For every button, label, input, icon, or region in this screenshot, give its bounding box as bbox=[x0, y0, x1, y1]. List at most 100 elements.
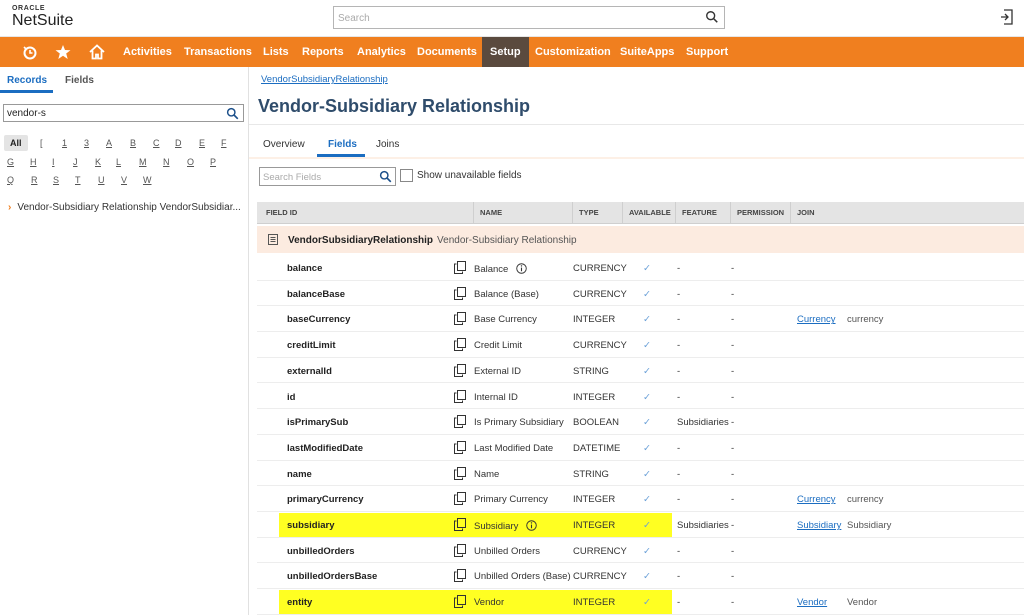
search-fields-input[interactable]: Search Fields bbox=[259, 167, 396, 186]
join-link[interactable]: Currency bbox=[797, 314, 836, 325]
copy-icon[interactable] bbox=[454, 389, 466, 403]
field-name-text: Vendor bbox=[474, 597, 505, 609]
col-join[interactable]: JOIN bbox=[790, 202, 1024, 224]
nav-activities[interactable]: Activities bbox=[115, 37, 180, 67]
tab-records[interactable]: Records bbox=[7, 75, 47, 86]
copy-icon[interactable] bbox=[454, 312, 466, 326]
alpha-filter[interactable]: J bbox=[73, 157, 78, 167]
join-link[interactable]: Currency bbox=[797, 494, 836, 505]
alpha-filter[interactable]: O bbox=[187, 157, 194, 167]
alpha-filter[interactable]: S bbox=[53, 175, 59, 185]
breadcrumb[interactable]: VendorSubsidiaryRelationship bbox=[261, 74, 388, 85]
table-row[interactable]: creditLimit Credit Limit CURRENCY ✓ - - bbox=[257, 332, 1024, 358]
alpha-filter[interactable]: G bbox=[7, 157, 14, 167]
alpha-filter[interactable]: R bbox=[31, 175, 38, 185]
table-row[interactable]: baseCurrency Base Currency INTEGER ✓ - - Curre… bbox=[257, 306, 1024, 333]
copy-icon[interactable] bbox=[454, 261, 466, 274]
tab-overview[interactable]: Overview bbox=[263, 139, 305, 150]
table-row[interactable]: balance Balance CURRENCY ✓ - - bbox=[257, 255, 1024, 281]
alpha-filter[interactable]: A bbox=[106, 138, 112, 148]
alpha-filter[interactable]: K bbox=[95, 157, 101, 167]
table-row[interactable]: externalId External ID STRING ✓ - - bbox=[257, 358, 1024, 384]
copy-icon[interactable] bbox=[454, 338, 466, 352]
alpha-filter[interactable]: 3 bbox=[84, 138, 89, 148]
nav-transactions[interactable]: Transactions bbox=[176, 37, 260, 67]
alpha-filter[interactable]: E bbox=[199, 138, 205, 148]
alpha-filter[interactable]: W bbox=[143, 175, 152, 185]
search-icon[interactable] bbox=[705, 10, 719, 24]
table-row[interactable]: id Internal ID INTEGER ✓ - - bbox=[257, 384, 1024, 410]
table-row[interactable]: isPrimarySub Is Primary Subsidiary BOOLEAN… bbox=[257, 409, 1024, 435]
alpha-filter[interactable]: 1 bbox=[62, 138, 67, 148]
nav-reports[interactable]: Reports bbox=[294, 37, 352, 67]
alpha-filter[interactable]: B bbox=[130, 138, 136, 148]
alpha-filter[interactable]: I bbox=[52, 157, 55, 167]
show-unavailable-checkbox[interactable] bbox=[400, 169, 413, 182]
nav-support[interactable]: Support bbox=[678, 37, 736, 67]
alpha-filter[interactable]: N bbox=[163, 157, 170, 167]
search-icon[interactable] bbox=[379, 170, 392, 183]
col-name[interactable]: NAME bbox=[473, 202, 572, 224]
home-icon[interactable] bbox=[89, 44, 105, 60]
search-icon[interactable] bbox=[226, 107, 239, 120]
tab-joins[interactable]: Joins bbox=[376, 139, 399, 150]
star-icon[interactable] bbox=[55, 44, 71, 60]
copy-icon[interactable] bbox=[454, 518, 466, 531]
table-row[interactable]: primaryCurrency Primary Currency INTEGER ✓ -… bbox=[257, 486, 1024, 512]
copy-icon[interactable] bbox=[454, 543, 466, 557]
tab-fields-left[interactable]: Fields bbox=[65, 75, 94, 86]
alpha-filter[interactable]: T bbox=[75, 175, 81, 185]
table-row[interactable]: name Name STRING ✓ - - bbox=[257, 461, 1024, 487]
alpha-filter[interactable]: V bbox=[121, 175, 127, 185]
record-result-item[interactable]: › Vendor-Subsidiary Relationship VendorSu… bbox=[8, 202, 241, 213]
alpha-filter[interactable]: F bbox=[221, 138, 227, 148]
alpha-filter-all[interactable]: All bbox=[4, 135, 28, 151]
copy-icon[interactable] bbox=[454, 415, 466, 429]
copy-icon[interactable] bbox=[454, 492, 466, 506]
col-available[interactable]: AVAILABLE bbox=[622, 202, 675, 224]
table-row[interactable]: unbilledOrders Unbilled Orders CURRENCY ✓ - - bbox=[257, 538, 1024, 564]
join-link[interactable]: Vendor bbox=[797, 597, 827, 608]
nav-customization[interactable]: Customization bbox=[527, 37, 619, 67]
col-type[interactable]: TYPE bbox=[572, 202, 622, 224]
copy-icon[interactable] bbox=[454, 466, 466, 480]
join-link[interactable]: Subsidiary bbox=[797, 520, 841, 531]
table-row[interactable]: subsidiary Subsidiary INTEGER ✓ Subsidiaries… bbox=[257, 512, 1024, 538]
table-row[interactable]: unbilledOrdersBase Unbilled Orders (Base)… bbox=[257, 563, 1024, 590]
alpha-filter[interactable]: U bbox=[98, 175, 105, 185]
table-row[interactable]: lastModifiedDate Last Modified Date DATETI… bbox=[257, 435, 1024, 461]
nav-analytics[interactable]: Analytics bbox=[349, 37, 414, 67]
table-row[interactable]: balanceBase Balance (Base) CURRENCY ✓ - - bbox=[257, 281, 1024, 307]
nav-suiteapps[interactable]: SuiteApps bbox=[612, 37, 682, 67]
alpha-filter[interactable]: D bbox=[175, 138, 182, 148]
alpha-filter[interactable]: [ bbox=[40, 138, 43, 148]
netsuite-logo[interactable]: ORACLE NetSuite bbox=[12, 5, 73, 29]
global-search-input[interactable]: Search bbox=[333, 6, 725, 29]
field-id: id bbox=[287, 391, 296, 403]
record-search-input[interactable]: vendor-s bbox=[3, 104, 244, 122]
nav-lists[interactable]: Lists bbox=[255, 37, 297, 67]
col-field-id[interactable]: FIELD ID bbox=[266, 202, 297, 224]
alpha-filter[interactable]: H bbox=[30, 157, 37, 167]
alpha-filter[interactable]: L bbox=[116, 157, 121, 167]
nav-setup[interactable]: Setup bbox=[482, 37, 529, 67]
alpha-filter[interactable]: Q bbox=[7, 175, 14, 185]
alpha-filter[interactable]: M bbox=[139, 157, 147, 167]
copy-icon[interactable] bbox=[454, 595, 466, 609]
table-row[interactable]: entity Vendor INTEGER ✓ - - Vendor Vendor bbox=[257, 589, 1024, 615]
info-icon[interactable] bbox=[516, 263, 528, 274]
alpha-filter[interactable]: C bbox=[153, 138, 160, 148]
info-icon[interactable] bbox=[526, 520, 538, 531]
recent-records-icon[interactable] bbox=[22, 44, 38, 60]
copy-icon[interactable] bbox=[454, 286, 466, 300]
tab-fields[interactable]: Fields bbox=[328, 139, 357, 150]
copy-icon[interactable] bbox=[454, 440, 466, 454]
col-permission[interactable]: PERMISSION bbox=[730, 202, 790, 224]
nav-documents[interactable]: Documents bbox=[409, 37, 485, 67]
copy-icon[interactable] bbox=[454, 363, 466, 377]
logout-icon[interactable] bbox=[1000, 9, 1014, 25]
alpha-filter[interactable]: P bbox=[210, 157, 216, 167]
copy-icon[interactable] bbox=[454, 569, 466, 583]
field-type: INTEGER bbox=[573, 520, 616, 531]
col-feature[interactable]: FEATURE bbox=[675, 202, 730, 224]
